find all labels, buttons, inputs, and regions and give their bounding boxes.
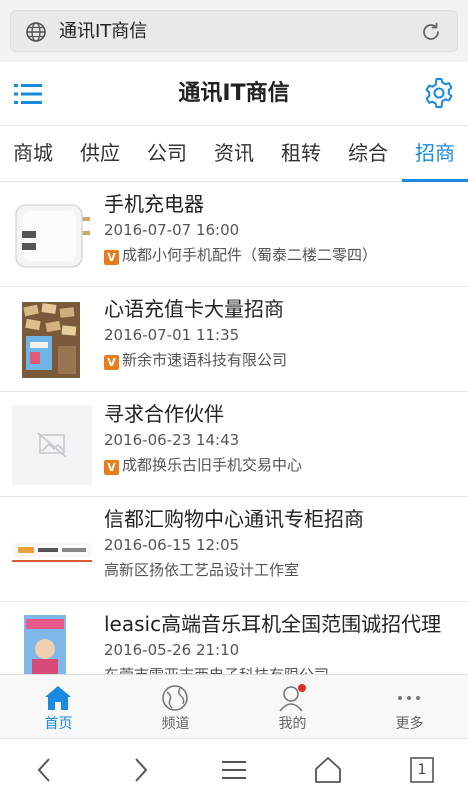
notification-dot <box>298 684 306 692</box>
item-shop: V 成都换乐古旧手机交易中心 <box>104 454 302 476</box>
tab-supply[interactable]: 供应 <box>67 126 133 182</box>
tab-investment[interactable]: 招商 <box>402 126 468 182</box>
nav-label: 更多 <box>395 716 424 732</box>
verified-badge: V <box>104 460 119 475</box>
tab-general[interactable]: 综合 <box>335 126 401 182</box>
item-shop: 高新区扬依工艺品设计工作室 <box>104 559 299 581</box>
nav-label: 我的 <box>278 716 307 732</box>
browser-bottom-bar: 1 <box>0 738 468 800</box>
banner-image <box>12 510 92 590</box>
listing: 手机充电器 2016-07-07 16:00 V 成都小何手机配件（蜀泰二楼二零四… <box>0 182 468 674</box>
nav-label: 首页 <box>44 716 73 732</box>
nav-home[interactable]: 首页 <box>0 675 117 739</box>
shop-name: 东莞市雷亚志西电子科技有限公司 <box>104 666 329 674</box>
verified-badge: V <box>104 355 119 370</box>
nav-label: 频道 <box>161 716 190 732</box>
shop-name: 高新区扬依工艺品设计工作室 <box>104 561 300 579</box>
list-item[interactable]: 寻求合作伙伴 2016-06-23 14:43 V 成都换乐古旧手机交易中心 <box>0 392 468 497</box>
item-shop: 东莞市雷亚志西电子科技有限公司 <box>104 664 329 674</box>
poster-image <box>24 615 66 674</box>
tab-news[interactable]: 资讯 <box>201 126 267 182</box>
tab-mall[interactable]: 商城 <box>0 126 66 182</box>
home-icon[interactable] <box>313 755 343 785</box>
list-item[interactable]: 信都汇购物中心通讯专柜招商 2016-06-15 12:05 高新区扬依工艺品设… <box>0 497 468 602</box>
shop-name: 成都换乐古旧手机交易中心 <box>122 456 303 474</box>
address-bar[interactable]: 通讯IT商信 <box>10 10 458 52</box>
tabs-icon[interactable]: 1 <box>407 755 437 785</box>
bottom-nav: 首页 频道 我的 更多 <box>0 674 468 738</box>
item-date: 2016-07-01 11:35 <box>104 326 240 344</box>
item-title: leasic高端音乐耳机全国范围诚招代理 <box>104 612 442 636</box>
item-title: 信都汇购物中心通讯专柜招商 <box>104 507 364 531</box>
cards-image <box>22 302 80 378</box>
globe-icon <box>26 22 46 42</box>
verified-badge: V <box>104 250 119 265</box>
item-date: 2016-07-07 16:00 <box>104 221 240 239</box>
item-title: 手机充电器 <box>104 192 204 216</box>
item-title: 寻求合作伙伴 <box>104 402 224 426</box>
nav-mine[interactable]: 我的 <box>234 675 351 739</box>
tab-company[interactable]: 公司 <box>134 126 200 182</box>
item-shop: V 新余市速语科技有限公司 <box>104 349 287 371</box>
placeholder-image <box>12 405 92 485</box>
list-item[interactable]: 手机充电器 2016-07-07 16:00 V 成都小何手机配件（蜀泰二楼二零四… <box>0 182 468 287</box>
browser-toolbar: 通讯IT商信 <box>0 0 468 62</box>
gear-icon[interactable] <box>422 76 456 110</box>
user-icon <box>279 684 306 712</box>
item-title: 心语充值卡大量招商 <box>104 297 284 321</box>
page-title: 通讯IT商信 <box>178 81 290 106</box>
list-item[interactable]: leasic高端音乐耳机全国范围诚招代理 2016-05-26 21:10 东莞… <box>0 602 468 674</box>
list-item[interactable]: 心语充值卡大量招商 2016-07-01 11:35 V 新余市速语科技有限公司 <box>0 287 468 392</box>
nav-more[interactable]: 更多 <box>351 675 468 739</box>
nav-channel[interactable]: 频道 <box>117 675 234 739</box>
tab-rental[interactable]: 租转 <box>268 126 334 182</box>
shop-name: 新余市速语科技有限公司 <box>122 351 288 369</box>
home-icon <box>45 686 71 710</box>
reload-icon[interactable] <box>419 20 443 44</box>
item-date: 2016-06-23 14:43 <box>104 431 240 449</box>
item-date: 2016-06-15 12:05 <box>104 536 240 554</box>
item-shop: V 成都小何手机配件（蜀泰二楼二零四） <box>104 244 377 266</box>
item-date: 2016-05-26 21:10 <box>104 641 240 659</box>
charger-image <box>12 195 92 275</box>
address-text: 通讯IT商信 <box>59 21 148 42</box>
shop-name: 成都小何手机配件（蜀泰二楼二零四） <box>122 246 378 264</box>
more-icon <box>398 696 420 700</box>
category-tabs: 商城 供应 公司 资讯 租转 综合 招商 <box>0 126 468 182</box>
globe-icon <box>162 685 188 711</box>
forward-icon[interactable] <box>125 755 155 785</box>
app-header: 通讯IT商信 <box>0 62 468 126</box>
tab-count: 1 <box>417 762 427 778</box>
back-icon[interactable] <box>30 755 60 785</box>
menu-icon[interactable] <box>219 755 249 785</box>
